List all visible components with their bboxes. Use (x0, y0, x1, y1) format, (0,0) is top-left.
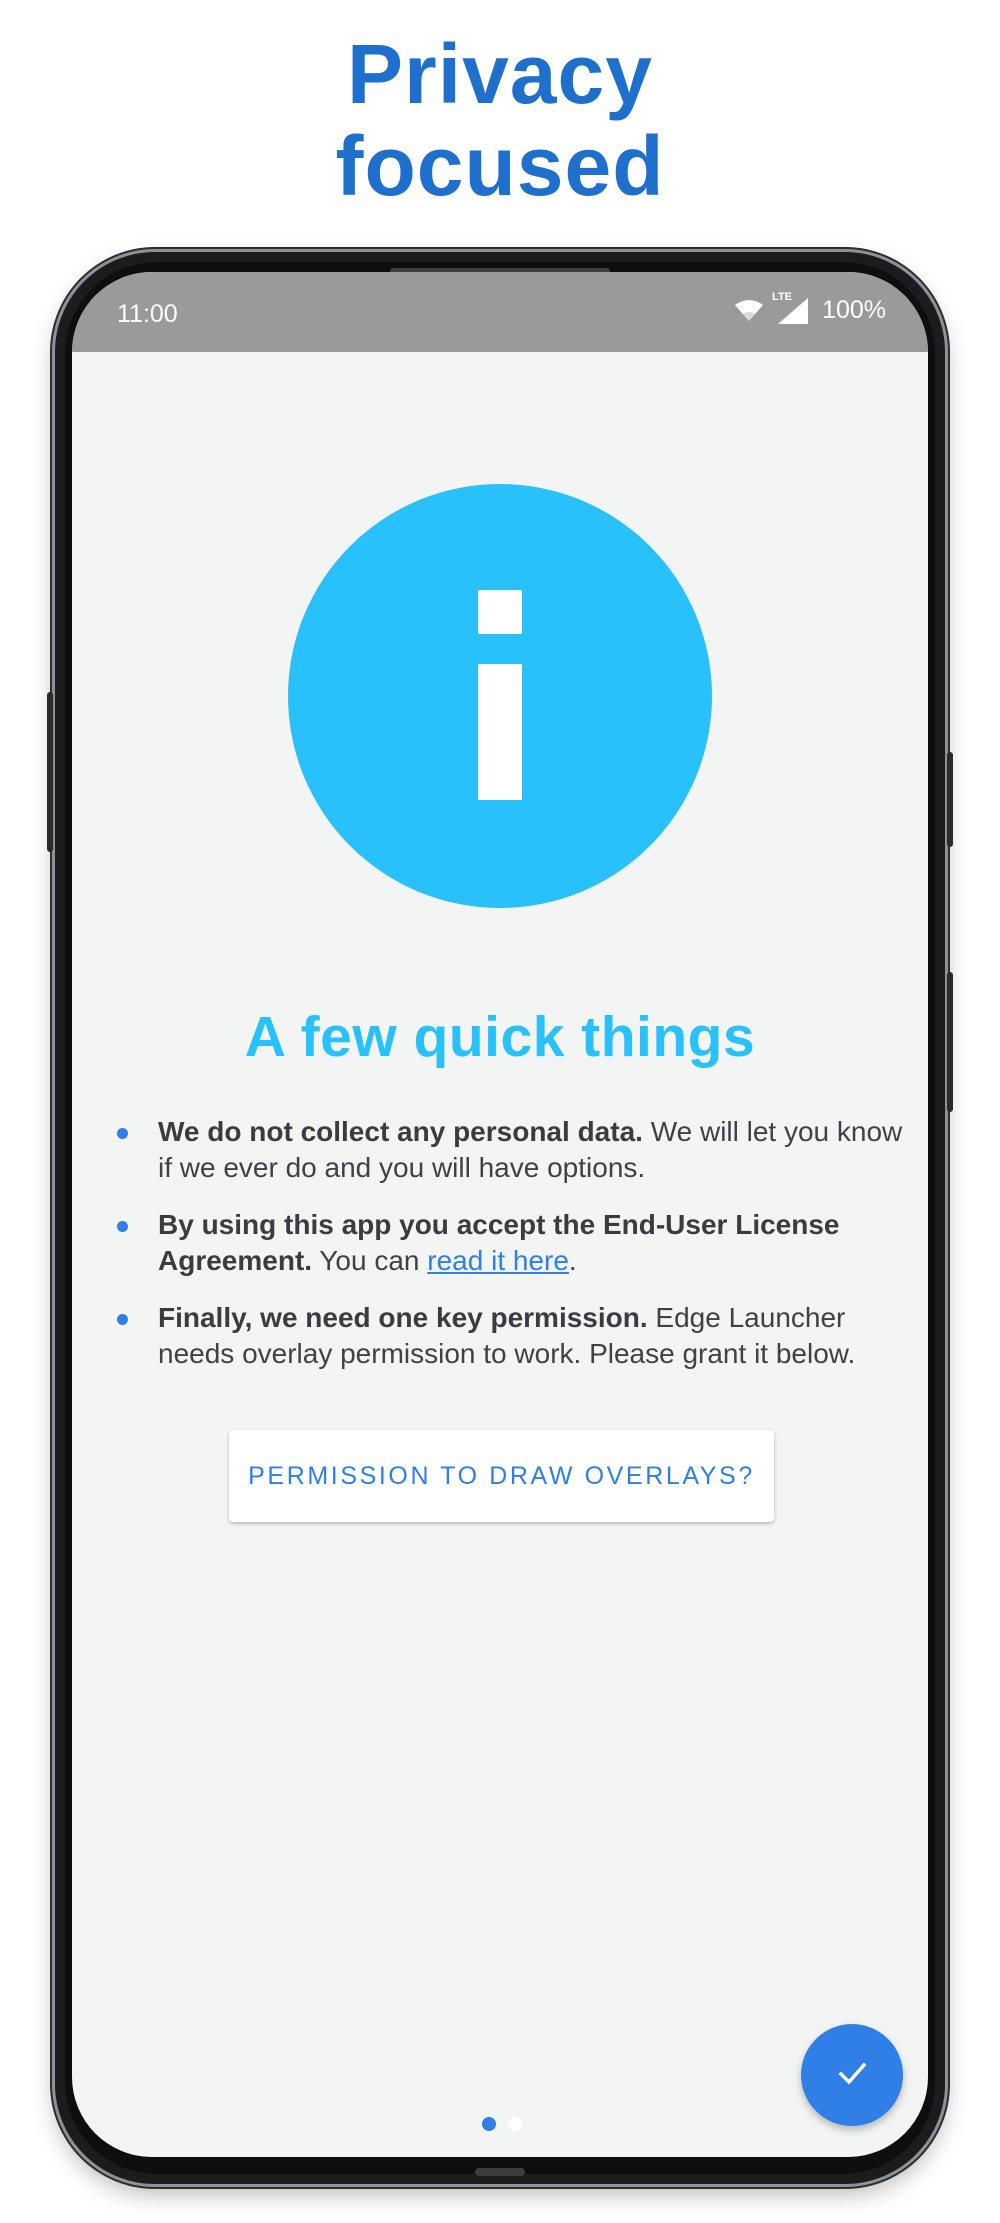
info-icon-dot (478, 590, 522, 634)
status-icons: LTE 100% (734, 291, 886, 325)
bullet-text-end: . (568, 1245, 577, 1276)
network-type-label: LTE (772, 290, 793, 303)
battery-percent: 100% (822, 296, 886, 324)
eula-link[interactable]: read it here (427, 1245, 569, 1276)
info-icon-stem (478, 664, 522, 800)
bullet-dot (117, 1128, 128, 1139)
check-icon (834, 2055, 870, 2096)
wifi-icon (734, 299, 764, 323)
bullet-bold-text: Finally, we need one key permission. (158, 1302, 648, 1333)
permission-button[interactable]: PERMISSION TO DRAW OVERLAYS? (229, 1430, 774, 1522)
bullet-dot (117, 1314, 128, 1325)
headline: Privacy focused (0, 28, 1000, 212)
bullet-text: You can (312, 1245, 428, 1276)
screen-title: A few quick things (244, 1005, 756, 1069)
bullet-item: By using this app you accept the End-Use… (117, 1207, 907, 1279)
bullet-bold-text: We do not collect any personal data. (158, 1116, 643, 1147)
phone-right-button-lower (947, 972, 953, 1112)
bullet-list: We do not collect any personal data. We … (117, 1114, 907, 1393)
bullet-item: Finally, we need one key permission. Edg… (117, 1300, 907, 1372)
phone-screen: 11:00 LTE 100% A few quick things We do … (72, 272, 928, 2157)
status-time: 11:00 (117, 300, 178, 328)
phone-frame: 11:00 LTE 100% A few quick things We do … (47, 252, 953, 2184)
page-dot (508, 2117, 522, 2131)
signal-icon: LTE (772, 291, 810, 325)
status-bar: 11:00 LTE 100% (72, 272, 928, 352)
headline-line-2: focused (335, 119, 665, 213)
page-indicator (482, 2117, 522, 2131)
page-dot-active (482, 2117, 496, 2131)
phone-right-button-upper (947, 752, 953, 847)
done-button[interactable] (801, 2024, 903, 2126)
phone-left-button (47, 692, 53, 852)
bottom-port (475, 2168, 525, 2176)
bullet-item: We do not collect any personal data. We … (117, 1114, 907, 1186)
bullet-dot (117, 1221, 128, 1232)
info-icon (288, 484, 712, 908)
headline-line-1: Privacy (347, 27, 653, 121)
